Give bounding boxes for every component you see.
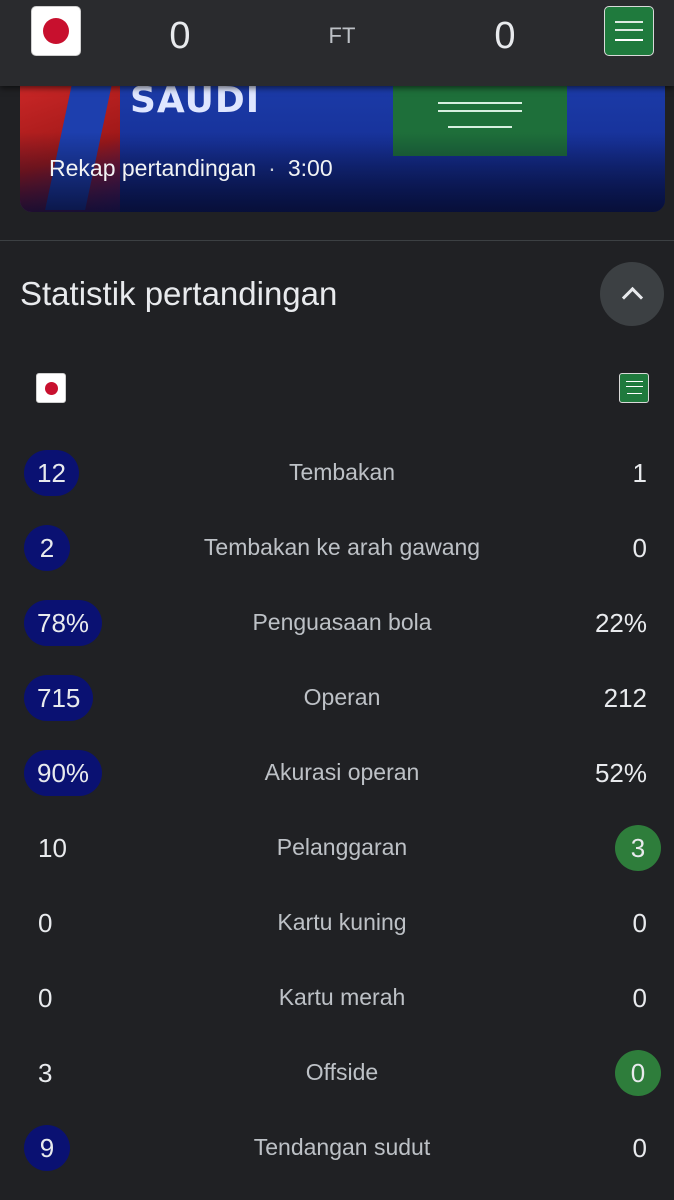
stat-away-value: 52% xyxy=(594,758,647,788)
away-score: 0 xyxy=(494,15,516,57)
recap-duration: 3:00 xyxy=(287,155,333,181)
recap-label: Rekap pertandingan xyxy=(49,155,257,181)
recap-caption: Rekap pertandingan · 3:00 xyxy=(49,155,333,182)
stat-home-value: 12 xyxy=(24,450,79,496)
stat-label: Operan xyxy=(303,684,381,710)
stat-label: Tembakan xyxy=(288,459,396,485)
stat-label: Tembakan ke arah gawang xyxy=(203,534,481,560)
saudi-arabia-flag-icon-small xyxy=(619,373,649,403)
stat-home-value: 0 xyxy=(38,908,53,938)
stat-row-passes: 715 Operan 212 xyxy=(0,667,674,727)
stat-row-possession: 78% Penguasaan bola 22% xyxy=(0,592,674,652)
section-title: Statistik pertandingan xyxy=(20,275,338,312)
stat-home-value: 10 xyxy=(38,833,67,863)
stat-label: Kartu kuning xyxy=(277,909,407,935)
stat-label: Akurasi operan xyxy=(264,759,420,785)
stat-away-value: 0 xyxy=(632,533,647,563)
stat-row-shots: 12 Tembakan 1 xyxy=(0,442,674,502)
stat-row-shots-on-target: 2 Tembakan ke arah gawang 0 xyxy=(0,517,674,577)
stat-home-value: 9 xyxy=(24,1125,70,1171)
stat-home-value: 715 xyxy=(24,675,94,721)
japan-flag-icon-small xyxy=(36,373,66,403)
recap-separator: · xyxy=(268,155,276,181)
stat-away-value: 22% xyxy=(594,608,647,638)
score-header: 0 FT 0 xyxy=(0,0,674,86)
stat-row-red-cards: 0 Kartu merah 0 xyxy=(0,967,674,1027)
stat-label: Pelanggaran xyxy=(276,834,408,860)
stat-row-yellow-cards: 0 Kartu kuning 0 xyxy=(0,892,674,952)
stat-label: Offside xyxy=(305,1059,379,1085)
match-page: SAUDI ARABIA Rekap pertandingan · 3:00 0 F… xyxy=(0,0,674,1200)
stat-label: Kartu merah xyxy=(278,984,406,1010)
saudi-arabia-flag-icon[interactable] xyxy=(604,6,654,56)
stat-away-value: 0 xyxy=(632,983,647,1013)
stat-home-value: 90% xyxy=(24,750,103,796)
stat-row-pass-accuracy: 90% Akurasi operan 52% xyxy=(0,742,674,802)
recap-banner: SAUDI ARABIA xyxy=(130,86,380,120)
stat-row-fouls: 10 Pelanggaran 3 xyxy=(0,817,674,877)
chevron-up-icon xyxy=(621,286,644,309)
stat-home-value: 2 xyxy=(24,525,70,571)
recap-banner-text: SAUDI ARABIA xyxy=(130,86,261,120)
stat-away-value: 0 xyxy=(615,1050,661,1096)
stat-away-value: 0 xyxy=(632,908,647,938)
stat-away-value: 3 xyxy=(615,825,661,871)
collapse-stats-button[interactable] xyxy=(600,262,664,326)
stat-away-value: 0 xyxy=(632,1133,647,1163)
stat-away-value: 1 xyxy=(632,458,647,488)
stat-row-offsides: 3 Offside 0 xyxy=(0,1042,674,1102)
stat-home-value: 3 xyxy=(38,1058,53,1088)
stat-label: Penguasaan bola xyxy=(252,609,432,635)
stat-away-value: 212 xyxy=(603,683,647,713)
stat-home-value: 78% xyxy=(24,600,103,646)
stat-row-corners: 9 Tendangan sudut 0 xyxy=(0,1117,674,1177)
stat-label: Tendangan sudut xyxy=(253,1134,431,1160)
home-score: 0 xyxy=(169,15,191,57)
japan-flag-icon[interactable] xyxy=(31,6,81,56)
match-status: FT xyxy=(328,23,356,48)
stat-home-value: 0 xyxy=(38,983,53,1013)
section-divider xyxy=(0,240,674,241)
